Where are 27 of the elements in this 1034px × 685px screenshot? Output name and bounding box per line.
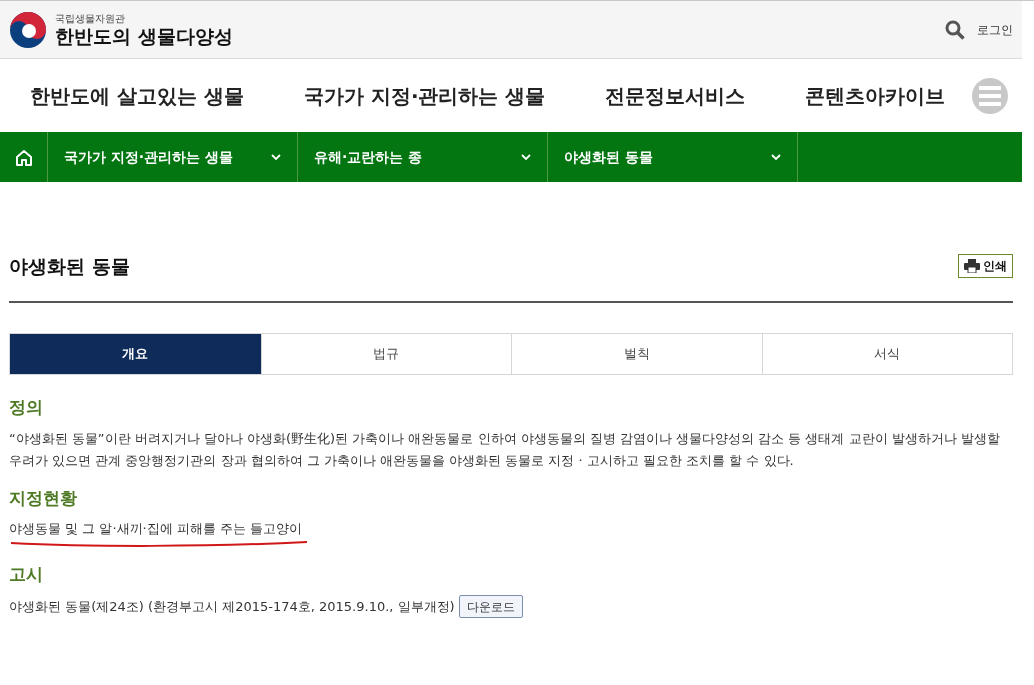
chevron-down-icon: [271, 153, 281, 161]
chevron-down-icon: [521, 153, 531, 161]
main-nav-item[interactable]: 콘텐츠아카이브: [805, 80, 946, 111]
search-icon[interactable]: [945, 19, 965, 40]
logo-icon: [9, 10, 47, 49]
home-icon[interactable]: [14, 148, 33, 166]
section-heading: 지정현황: [9, 487, 78, 510]
breadcrumb-dropdown[interactable]: 국가가 지정·관리하는 생물: [48, 132, 298, 182]
breadcrumb-dropdown[interactable]: 유해·교란하는 종: [298, 132, 548, 182]
main-nav-item[interactable]: 한반도에 살고있는 생물: [30, 80, 244, 111]
designation-text: 야생동물 및 그 알·새끼·집에 피해를 주는 들고양이: [9, 519, 303, 538]
print-button[interactable]: 인쇄: [958, 254, 1013, 279]
section-heading: 정의: [9, 395, 44, 419]
main-nav-item[interactable]: 전문정보서비스: [605, 80, 746, 111]
login-link[interactable]: 로그인: [977, 20, 1013, 39]
definition-text: “야생화된 동물”이란 버려지거나 달아나 야생화(野生化)된 가축이나 애완동물로 인하여 야생동물의 질병 감염이나 생물다양성의 감소 등 생태계 교란이 발생하거나 발생할 우려가 있으면 관계 중앙행정기관의 장과 협의하여 그 가축이나 애완동물을 야생화된 동물로 지정 · 고시하고 필요한 조치를 할 수 있다.: [9, 430, 1001, 470]
printer-icon: [964, 259, 980, 274]
main-nav-item[interactable]: 국가가 지정·관리하는 생물: [303, 80, 546, 111]
chevron-down-icon: [771, 153, 781, 161]
page-title: 야생화된 동물: [9, 254, 130, 279]
org-name: 국립생물자원관: [55, 13, 126, 24]
download-button[interactable]: 다운로드: [458, 595, 523, 618]
site-title[interactable]: 한반도의 생물다양성: [55, 26, 233, 46]
breadcrumb-dropdown[interactable]: 야생화된 동물: [548, 132, 798, 182]
section-heading: 고시: [9, 562, 44, 586]
tab[interactable]: 개요: [10, 333, 261, 374]
notice-text: 야생화된 동물(제24조) (환경부고시 제2015-174호, 2015.9.10., 일부개정): [9, 597, 455, 616]
